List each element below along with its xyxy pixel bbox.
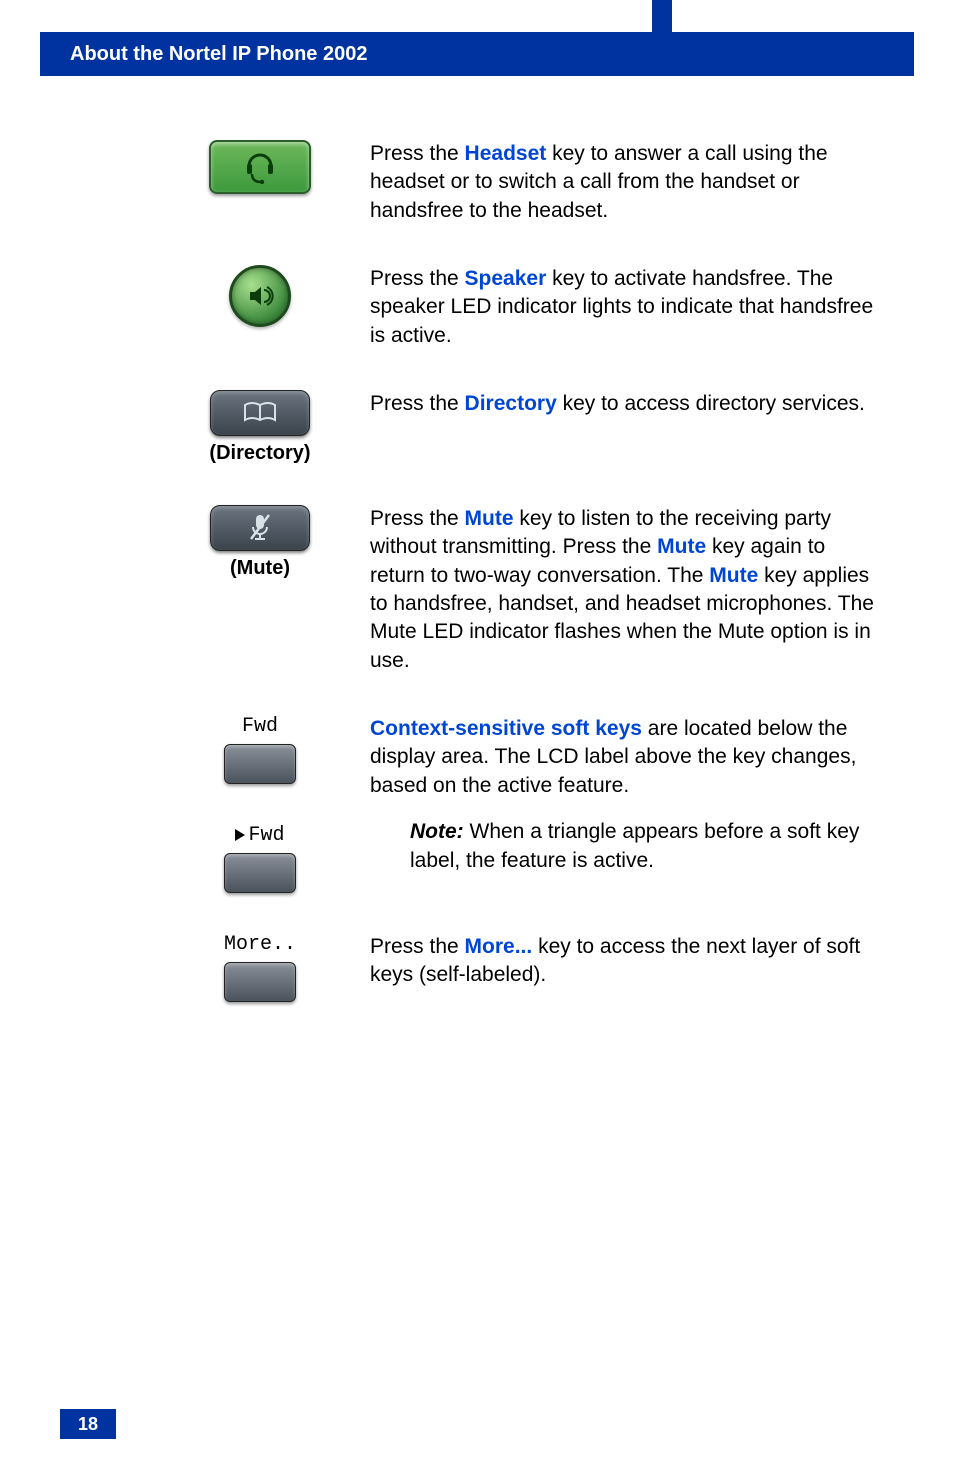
directory-desc: Press the Directory key to access direct…	[370, 390, 874, 418]
kw-headset: Headset	[465, 142, 547, 165]
page-number: 18	[60, 1409, 116, 1439]
softkey-icon	[224, 744, 296, 784]
mute-desc: Press the Mute key to listen to the rece…	[370, 505, 874, 675]
row-softkeys: Fwd Fwd Context-sensitive soft keys are …	[150, 715, 874, 893]
row-directory: (Directory) Press the Directory key to a…	[150, 390, 874, 465]
headset-key-icon	[209, 140, 311, 194]
header-stripe: About the Nortel IP Phone 2002	[40, 32, 914, 76]
kw-directory: Directory	[465, 392, 557, 415]
kw-more: More...	[465, 935, 533, 958]
directory-key-icon	[210, 390, 310, 436]
kw-mute-3: Mute	[709, 564, 758, 587]
softkeys-note: Note: When a triangle appears before a s…	[410, 818, 874, 875]
softkey-label-fwd-active: Fwd	[235, 824, 284, 847]
note-label: Note:	[410, 820, 464, 843]
softkey-more-icon	[224, 962, 296, 1002]
kw-mute-2: Mute	[657, 535, 706, 558]
row-mute: (Mute) Press the Mute key to listen to t…	[150, 505, 874, 675]
kw-mute-1: Mute	[465, 507, 514, 530]
softkeys-desc: Context-sensitive soft keys are located …	[370, 715, 874, 875]
header-title: About the Nortel IP Phone 2002	[70, 43, 367, 66]
headset-desc: Press the Headset key to answer a call u…	[370, 140, 874, 225]
row-speaker: Press the Speaker key to activate handsf…	[150, 265, 874, 350]
kw-softkeys: Context-sensitive soft keys	[370, 717, 642, 740]
speaker-desc: Press the Speaker key to activate handsf…	[370, 265, 874, 350]
softkey-active-icon	[224, 853, 296, 893]
directory-caption: (Directory)	[209, 442, 310, 465]
active-triangle-icon	[235, 829, 245, 841]
more-desc: Press the More... key to access the next…	[370, 933, 874, 990]
header-accent-bar	[652, 0, 672, 32]
row-more: More.. Press the More... key to access t…	[150, 933, 874, 1002]
speaker-key-icon	[229, 265, 291, 327]
softkey-label-more: More..	[224, 933, 296, 956]
row-headset: Press the Headset key to answer a call u…	[150, 140, 874, 225]
mute-caption: (Mute)	[230, 557, 290, 580]
kw-speaker: Speaker	[465, 267, 547, 290]
mute-key-icon	[210, 505, 310, 551]
softkey-label-fwd: Fwd	[242, 715, 278, 738]
